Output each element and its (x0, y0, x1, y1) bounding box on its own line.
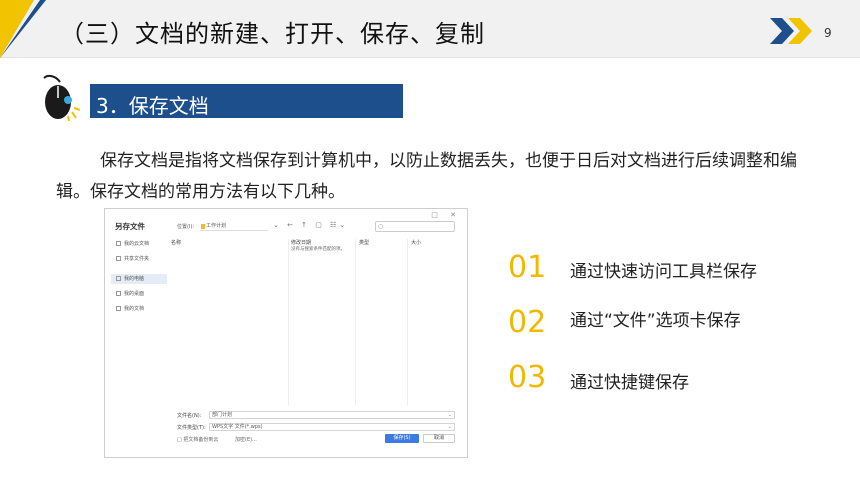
method-text: 通过“文件”选项卡保存 (570, 311, 741, 331)
location-field[interactable]: 工作计划 (200, 222, 268, 231)
method-number: 01 (508, 250, 547, 285)
cancel-button[interactable]: 取消 (423, 434, 455, 443)
filetype-label: 文件类型(T): (177, 425, 206, 431)
slide-header: （三）文档的新建、打开、保存、复制 9 (0, 0, 860, 60)
folder-icon (201, 224, 205, 229)
filename-label: 文件名(N): (177, 413, 202, 419)
page-title: （三）文档的新建、打开、保存、复制 (60, 20, 485, 48)
shared-icon (116, 256, 121, 261)
mouse-icon (43, 74, 81, 122)
window-controls: □ ✕ (431, 211, 461, 219)
column-header-type[interactable]: 类型 (359, 239, 369, 246)
file-list[interactable]: 名称 修改日期 类型 大小 没有与搜索条件匹配的项。 (171, 239, 461, 405)
sidebar-item-computer[interactable]: 我的电脑 (111, 274, 167, 284)
column-divider (288, 239, 289, 405)
column-header-name[interactable]: 名称 (171, 239, 181, 246)
sidebar-item-label: 我的文档 (124, 306, 145, 312)
section-heading: 3．保存文档 (96, 94, 209, 118)
search-input[interactable]: ○ (375, 221, 455, 232)
page-number: 9 (824, 26, 832, 40)
column-divider (355, 239, 356, 405)
filetype-value: WPS文字 文件(*.wps) (212, 424, 263, 430)
column-header-size[interactable]: 大小 (411, 239, 421, 246)
sidebar-item-label: 我的电脑 (124, 276, 145, 282)
header-corner-yellow (0, 0, 34, 58)
desktop-icon (116, 291, 121, 296)
sidebar-item-label: 共享文件夹 (124, 256, 150, 262)
chevron-right-icon (770, 18, 812, 44)
sidebar-item-documents[interactable]: 我的文档 (111, 304, 167, 314)
sidebar-item-desktop[interactable]: 我的桌面 (111, 289, 167, 299)
location-label: 位置(I): (177, 224, 195, 230)
cloud-icon (116, 241, 121, 246)
sidebar-item-shared[interactable]: 共享文件夹 (111, 254, 167, 264)
dialog-title: 另存文件 (115, 222, 145, 231)
column-divider (407, 239, 408, 405)
sidebar-item-label: 我的云文档 (124, 241, 150, 247)
sidebar-item-label: 我的桌面 (124, 291, 145, 297)
documents-icon (116, 306, 121, 311)
chevron-down-icon[interactable]: ⌄ (448, 412, 452, 419)
save-as-dialog-screenshot: □ ✕ 另存文件 位置(I): 工作计划 ⌄ ← ↑ ▢ ☷⌄ ○ 我的云文档 … (104, 208, 468, 458)
empty-message: 没有与搜索条件匹配的项。 (291, 247, 345, 252)
backup-checkbox[interactable]: □ 把文档备份到云 (177, 436, 218, 443)
method-number: 03 (508, 360, 547, 395)
method-text: 通过快速访问工具栏保存 (570, 262, 757, 282)
method-text: 通过快捷键保存 (570, 373, 689, 393)
save-button[interactable]: 保存(S) (385, 434, 419, 443)
method-number: 02 (508, 305, 547, 340)
computer-icon (116, 276, 121, 281)
column-header-date[interactable]: 修改日期 (291, 239, 311, 246)
search-icon: ○ (378, 223, 384, 230)
body-paragraph: 保存文档是指将文档保存到计算机中，以防止数据丢失，也便于日后对文档进行后续调整和… (56, 151, 797, 202)
encrypt-button[interactable]: 加密(E)... (235, 436, 257, 443)
filename-input[interactable]: 部门计划 ⌄ (209, 411, 455, 419)
filename-value: 部门计划 (212, 412, 233, 418)
sidebar-item-cloud[interactable]: 我的云文档 (111, 239, 167, 249)
nav-buttons[interactable]: ⌄ ← ↑ ▢ ☷⌄ (273, 221, 348, 229)
chevron-down-icon[interactable]: ⌄ (448, 424, 452, 431)
filetype-select[interactable]: WPS文字 文件(*.wps) ⌄ (209, 423, 455, 431)
